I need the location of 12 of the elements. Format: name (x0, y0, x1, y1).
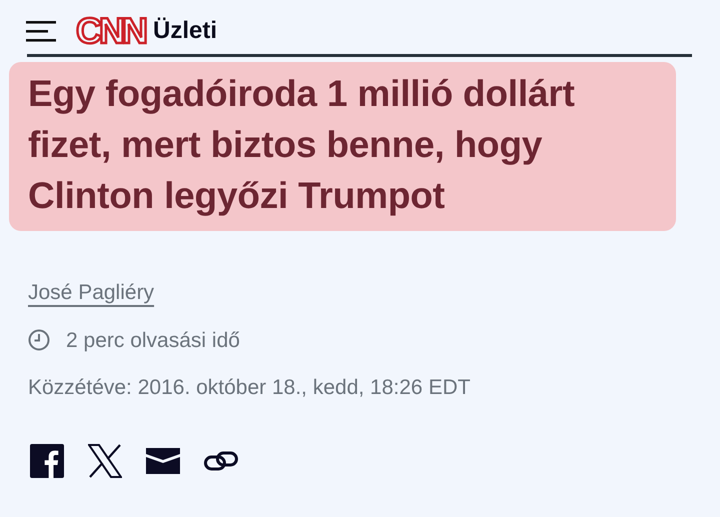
facebook-icon[interactable] (30, 444, 64, 478)
link-icon[interactable] (204, 450, 238, 470)
author-link[interactable]: José Pagliéry (28, 281, 154, 304)
publish-date: Közzétéve: 2016. október 18., kedd, 18:26 EDT (28, 376, 470, 399)
clock-icon (28, 329, 50, 352)
x-logo-icon[interactable] (88, 444, 122, 478)
menu-icon[interactable] (26, 20, 56, 42)
envelope-icon[interactable] (146, 448, 180, 474)
reading-time: 2 perc olvasási idő (66, 328, 240, 354)
headline: Egy fogadóiroda 1 millió dollárt fizet, mert biztos benne, hogy Clinton legyőzi Trumpot (28, 72, 576, 218)
logo[interactable]: CNN (76, 13, 145, 49)
section-title[interactable]: Üzleti (153, 13, 218, 49)
